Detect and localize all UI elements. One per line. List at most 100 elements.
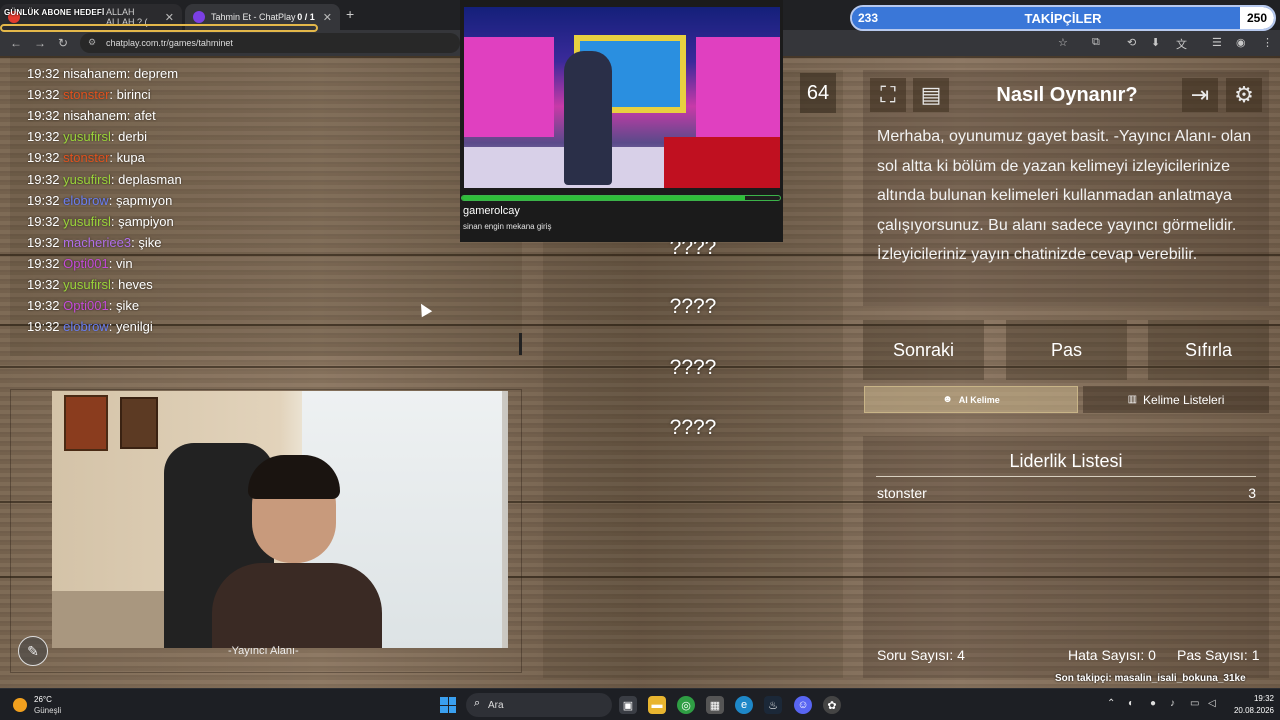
- store-icon[interactable]: ▦: [706, 696, 724, 714]
- chat-username[interactable]: Opti001: [63, 298, 109, 313]
- microphone-icon[interactable]: ♪: [1170, 698, 1175, 709]
- tab-list-icon[interactable]: ☰: [1212, 36, 1222, 49]
- chat-username[interactable]: yusufirsl: [63, 129, 111, 144]
- pass-button[interactable]: Pas: [1006, 320, 1127, 380]
- chat-username[interactable]: stonster: [63, 87, 109, 102]
- chat-time: 19:32: [27, 66, 60, 81]
- clipboard-icon: ▥: [1127, 394, 1138, 405]
- chat-text: şapmıyon: [115, 192, 173, 208]
- next-button[interactable]: Sonraki: [863, 320, 984, 380]
- chat-username[interactable]: yusufirsl: [63, 172, 111, 187]
- close-tab-icon[interactable]: ✕: [323, 11, 332, 24]
- chat-colon: :: [108, 192, 116, 208]
- pencil-icon[interactable]: ✎: [18, 636, 48, 666]
- windows-start-icon[interactable]: [440, 697, 456, 713]
- hidden-word: ????: [669, 416, 717, 439]
- file-explorer-icon[interactable]: ▬: [648, 696, 666, 714]
- chat-text: derbi: [118, 129, 148, 145]
- reload-icon[interactable]: ↻: [58, 36, 68, 50]
- reset-button[interactable]: Sıfırla: [1148, 320, 1269, 380]
- bookmark-star-icon[interactable]: ☆: [1058, 36, 1068, 49]
- chat-colon: :: [110, 171, 119, 187]
- chat-time: 19:32: [27, 150, 60, 166]
- discord-icon[interactable]: ☺: [794, 696, 812, 714]
- task-view-icon[interactable]: ▣: [619, 696, 637, 714]
- leaderboard-divider: [876, 476, 1256, 477]
- chat-username[interactable]: elobrow: [63, 319, 109, 334]
- forward-arrow-icon[interactable]: →: [34, 36, 46, 50]
- chat-message: 19:32 yusufirsl: şampiyon: [27, 214, 174, 229]
- chat-time: 19:32: [27, 171, 60, 187]
- download-icon[interactable]: ⬇: [1151, 36, 1160, 49]
- chat-username[interactable]: yusufirsl: [63, 277, 111, 292]
- chat-username[interactable]: stonster: [63, 150, 109, 165]
- chat-colon: :: [110, 277, 119, 292]
- chrome-icon[interactable]: ◎: [677, 696, 695, 714]
- chat-time: 19:32: [27, 255, 60, 271]
- word-lists-button[interactable]: ▥ Kelime Listeleri: [1083, 386, 1269, 413]
- app-icon[interactable]: ✿: [823, 696, 841, 714]
- back-arrow-icon[interactable]: ←: [10, 36, 22, 50]
- chat-colon: :: [109, 87, 117, 103]
- chat-username[interactable]: nisahanem: [63, 108, 127, 123]
- edge-icon[interactable]: e: [735, 696, 753, 714]
- menu-dots-icon[interactable]: ⋮: [1262, 36, 1273, 49]
- chat-message: 19:32 yusufirsl: heves: [27, 277, 153, 292]
- chat-scrollbar[interactable]: [519, 333, 522, 355]
- chat-message: 19:32 Opti001: vin: [27, 256, 133, 271]
- daily-sub-goal-label: GÜNLÜK ABONE HEDEFİ: [4, 8, 105, 17]
- settings-gear-icon[interactable]: ⚙: [1226, 78, 1262, 112]
- steam-icon[interactable]: ♨: [764, 696, 782, 714]
- chat-username[interactable]: Opti001: [63, 256, 109, 271]
- weather-temperature: 26°C: [34, 695, 52, 704]
- pass-count: Pas Sayısı: 1: [1177, 647, 1260, 663]
- translate-icon[interactable]: 文: [1176, 36, 1187, 52]
- close-tab-icon[interactable]: ✕: [165, 11, 174, 24]
- tray-overflow-icon[interactable]: ⌃: [1107, 698, 1115, 709]
- new-tab-button[interactable]: +: [346, 6, 354, 22]
- chat-username[interactable]: yusufirsl: [63, 214, 111, 229]
- history-icon[interactable]: ⟲: [1127, 36, 1136, 49]
- notes-icon[interactable]: ▤: [913, 78, 949, 112]
- search-icon: ⌕: [474, 697, 481, 709]
- profile-icon[interactable]: ◉: [1236, 36, 1246, 49]
- chat-username[interactable]: elobrow: [63, 193, 109, 208]
- fullscreen-icon[interactable]: ⛶: [870, 78, 906, 112]
- chat-time: 19:32: [27, 213, 60, 229]
- chat-username[interactable]: nisahanem: [63, 66, 127, 81]
- hidden-word: ????: [669, 295, 717, 318]
- tray-app-icon[interactable]: ◐: [1128, 698, 1134, 709]
- chat-message: 19:32 stonster: kupa: [27, 150, 145, 165]
- chat-colon: :: [110, 213, 119, 229]
- chat-time: 19:32: [27, 277, 60, 292]
- followers-goal-bar: 233 TAKİPÇİLER 250: [850, 5, 1276, 31]
- network-icon[interactable]: ▭: [1190, 698, 1199, 709]
- chat-message: 19:32 elobrow: şapmıyon: [27, 193, 172, 208]
- clock-time[interactable]: 19:32: [1238, 694, 1274, 703]
- chat-colon: :: [126, 108, 135, 124]
- tab-label: Tahmin Et - ChatPlay: [211, 12, 296, 22]
- chat-text: şampiyon: [118, 213, 174, 229]
- volume-icon[interactable]: ◁: [1208, 698, 1216, 709]
- chat-text: şike: [138, 234, 162, 250]
- logout-icon[interactable]: ⇥: [1182, 78, 1218, 112]
- address-bar[interactable]: ⚙ chatplay.com.tr/games/tahminet: [80, 33, 460, 53]
- chat-time: 19:32: [27, 129, 60, 145]
- chat-username[interactable]: macheriee3: [63, 235, 131, 250]
- tray-app-icon[interactable]: ●: [1150, 698, 1156, 709]
- tab-counter: 0 / 1: [297, 12, 315, 22]
- site-info-icon[interactable]: ⚙: [88, 37, 96, 48]
- chat-colon: :: [108, 255, 116, 271]
- clock-date[interactable]: 20.08.2026: [1222, 706, 1274, 715]
- taskbar-search[interactable]: ⌕ Ara: [466, 693, 612, 717]
- webcam-feed: [52, 391, 508, 648]
- chat-text: afet: [134, 108, 156, 124]
- extensions-icon[interactable]: ⧉: [1092, 36, 1100, 49]
- video-player[interactable]: [464, 7, 780, 188]
- leaderboard-panel: [863, 436, 1269, 678]
- weather-sun-icon[interactable]: [13, 698, 27, 712]
- chat-time: 19:32: [27, 298, 60, 314]
- ai-word-button[interactable]: ☻ AI Kelime: [864, 386, 1078, 413]
- chatplay-favicon-icon: [193, 11, 205, 23]
- how-to-play-title: Nasıl Oynanır?: [996, 84, 1138, 106]
